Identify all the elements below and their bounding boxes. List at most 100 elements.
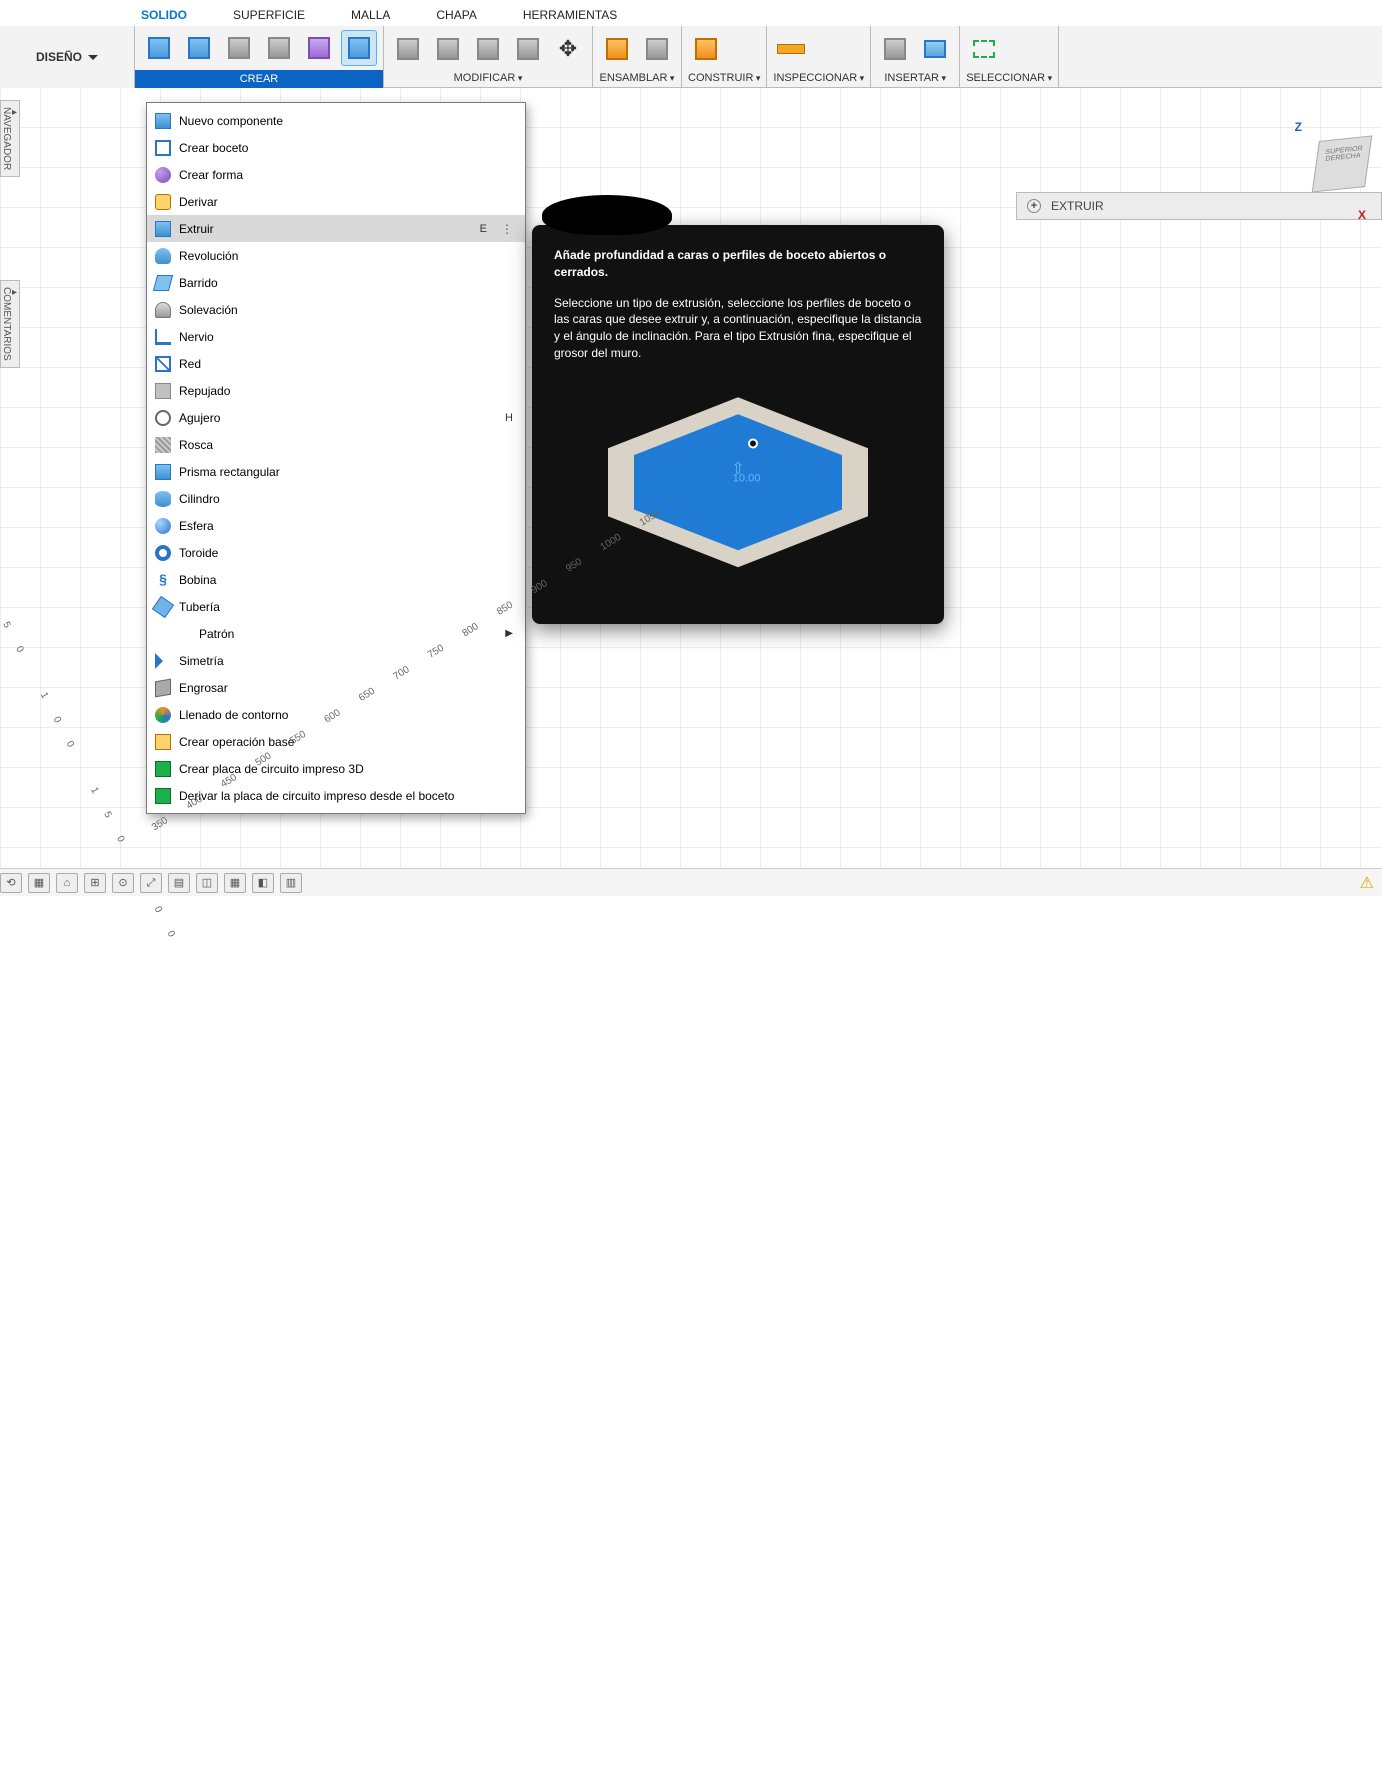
menu-item-toroide[interactable]: Toroide: [147, 539, 525, 566]
tool-frame[interactable]: [261, 30, 297, 66]
ic-emb-icon: [155, 383, 171, 399]
menu-item-bobina[interactable]: §Bobina: [147, 566, 525, 593]
menu-item-cilindro[interactable]: Cilindro: [147, 485, 525, 512]
ic-sph-icon: [155, 518, 171, 534]
tool-measure[interactable]: [773, 31, 809, 67]
status-button-5[interactable]: ⤢: [140, 873, 162, 893]
tool-hole[interactable]: [221, 30, 257, 66]
tool-fillet[interactable]: [430, 31, 466, 67]
ic-box-icon: [155, 464, 171, 480]
menu-item-solevación[interactable]: Solevación: [147, 296, 525, 323]
frame-icon: [268, 37, 290, 59]
status-button-2[interactable]: ⌂: [56, 873, 78, 893]
submenu-arrow-icon: ▶: [505, 628, 513, 639]
menu-item-derivar[interactable]: Derivar: [147, 188, 525, 215]
tool-newcomp[interactable]: [599, 31, 635, 67]
form-icon: [308, 37, 330, 59]
menu-item-revolución[interactable]: Revolución: [147, 242, 525, 269]
group-label-seleccionar[interactable]: SELECCIONAR: [960, 72, 1058, 87]
group-label-ensamblar[interactable]: ENSAMBLAR: [593, 72, 681, 87]
menu-item-label: Derivar: [179, 195, 218, 209]
tooltip-body: Seleccione un tipo de extrusión, selecci…: [554, 295, 922, 362]
menu-item-nervio[interactable]: Nervio: [147, 323, 525, 350]
menu-item-prisma-rectangular[interactable]: Prisma rectangular: [147, 458, 525, 485]
ic-rib-icon: [155, 329, 171, 345]
axis-z-label: Z: [1295, 120, 1302, 134]
menu-item-label: Solevación: [179, 303, 238, 317]
ic-swp-icon: [153, 275, 173, 291]
ic-cyl-icon: [155, 491, 171, 507]
status-button-4[interactable]: ⊙: [112, 873, 134, 893]
status-button-6[interactable]: ▤: [168, 873, 190, 893]
tool-form[interactable]: [301, 30, 337, 66]
viewcube[interactable]: Z SUPERIORDERECHA X: [1288, 120, 1368, 200]
menu-item-label: Revolución: [179, 249, 238, 263]
plus-icon: +: [1027, 199, 1041, 213]
status-button-9[interactable]: ◧: [252, 873, 274, 893]
measure-icon: [777, 44, 805, 54]
group-label-crear[interactable]: CREAR: [135, 70, 383, 88]
status-bar: ⟲ ▦ ⌂ ⊞ ⊙ ⤢ ▤ ◫ ▦ ◧ ▥ ⚠: [0, 868, 1382, 896]
menu-item-repujado[interactable]: Repujado: [147, 377, 525, 404]
ic-hole-icon: [155, 410, 171, 426]
menu-item-barrido[interactable]: Barrido: [147, 269, 525, 296]
tool-box[interactable]: [181, 30, 217, 66]
menu-item-crear-forma[interactable]: Crear forma: [147, 161, 525, 188]
more-icon[interactable]: ⋮: [501, 222, 513, 236]
status-button-3[interactable]: ⊞: [84, 873, 106, 893]
menu-item-label: Cilindro: [179, 492, 220, 506]
joint-icon: [646, 38, 668, 60]
ic-pcb-icon: [155, 788, 171, 804]
menu-item-label: Prisma rectangular: [179, 465, 280, 479]
menu-item-label: Crear boceto: [179, 141, 248, 155]
tool-sketch[interactable]: [141, 30, 177, 66]
warning-icon[interactable]: ⚠: [1360, 873, 1374, 893]
group-label-modificar[interactable]: MODIFICAR: [384, 72, 592, 87]
sketch-icon: [148, 37, 170, 59]
menu-item-label: Agujero: [179, 411, 220, 425]
pushpull-icon: [397, 38, 419, 60]
menu-item-crear-boceto[interactable]: Crear boceto: [147, 134, 525, 161]
menu-item-label: Rosca: [179, 438, 213, 452]
ic-form-icon: [155, 167, 171, 183]
menu-item-label: Extruir: [179, 222, 214, 236]
sidetab-comments[interactable]: ▸COMENTARIOS: [0, 280, 20, 368]
tool-plane[interactable]: [688, 31, 724, 67]
tool-move[interactable]: ✥: [550, 31, 586, 67]
sidetab-navigator[interactable]: ▸NAVEGADOR: [0, 100, 20, 177]
group-label-insertar[interactable]: INSERTAR: [871, 72, 959, 87]
ic-loft-icon: [155, 302, 171, 318]
menu-item-tubería[interactable]: Tubería: [147, 593, 525, 620]
group-label-construir[interactable]: CONSTRUIR: [682, 72, 766, 87]
status-button-7[interactable]: ◫: [196, 873, 218, 893]
viewcube-cube[interactable]: SUPERIORDERECHA: [1312, 135, 1373, 192]
tool-image[interactable]: [917, 31, 953, 67]
tool-select[interactable]: [966, 31, 1002, 67]
menu-item-crear-operación-base[interactable]: Crear operación base: [147, 728, 525, 755]
tool-pushpull[interactable]: [390, 31, 426, 67]
menu-item-agujero[interactable]: AgujeroH: [147, 404, 525, 431]
status-button-0[interactable]: ⟲: [0, 873, 22, 893]
menu-item-nuevo-componente[interactable]: Nuevo componente: [147, 107, 525, 134]
menu-item-red[interactable]: Red: [147, 350, 525, 377]
workspace-selector[interactable]: DISEÑO: [0, 26, 135, 88]
extrude-icon: [348, 37, 370, 59]
ic-base-icon: [155, 734, 171, 750]
menu-item-engrosar[interactable]: Engrosar: [147, 674, 525, 701]
status-button-1[interactable]: ▦: [28, 873, 50, 893]
menu-item-esfera[interactable]: Esfera: [147, 512, 525, 539]
tool-joint[interactable]: [639, 31, 675, 67]
menu-item-rosca[interactable]: Rosca: [147, 431, 525, 458]
tool-extrude[interactable]: [341, 30, 377, 66]
menu-item-extruir[interactable]: ExtruirE⋮: [147, 215, 525, 242]
group-label-inspeccionar[interactable]: INSPECCIONAR: [767, 72, 870, 87]
tool-combine[interactable]: [470, 31, 506, 67]
status-button-8[interactable]: ▦: [224, 873, 246, 893]
status-button-10[interactable]: ▥: [280, 873, 302, 893]
menu-item-crear-placa-de-circuito-impreso-3d[interactable]: Crear placa de circuito impreso 3D: [147, 755, 525, 782]
tool-derive[interactable]: [877, 31, 913, 67]
tool-shell[interactable]: [510, 31, 546, 67]
hole-icon: [228, 37, 250, 59]
menu-item-simetría[interactable]: Simetría: [147, 647, 525, 674]
ic-sketch-icon: [155, 140, 171, 156]
